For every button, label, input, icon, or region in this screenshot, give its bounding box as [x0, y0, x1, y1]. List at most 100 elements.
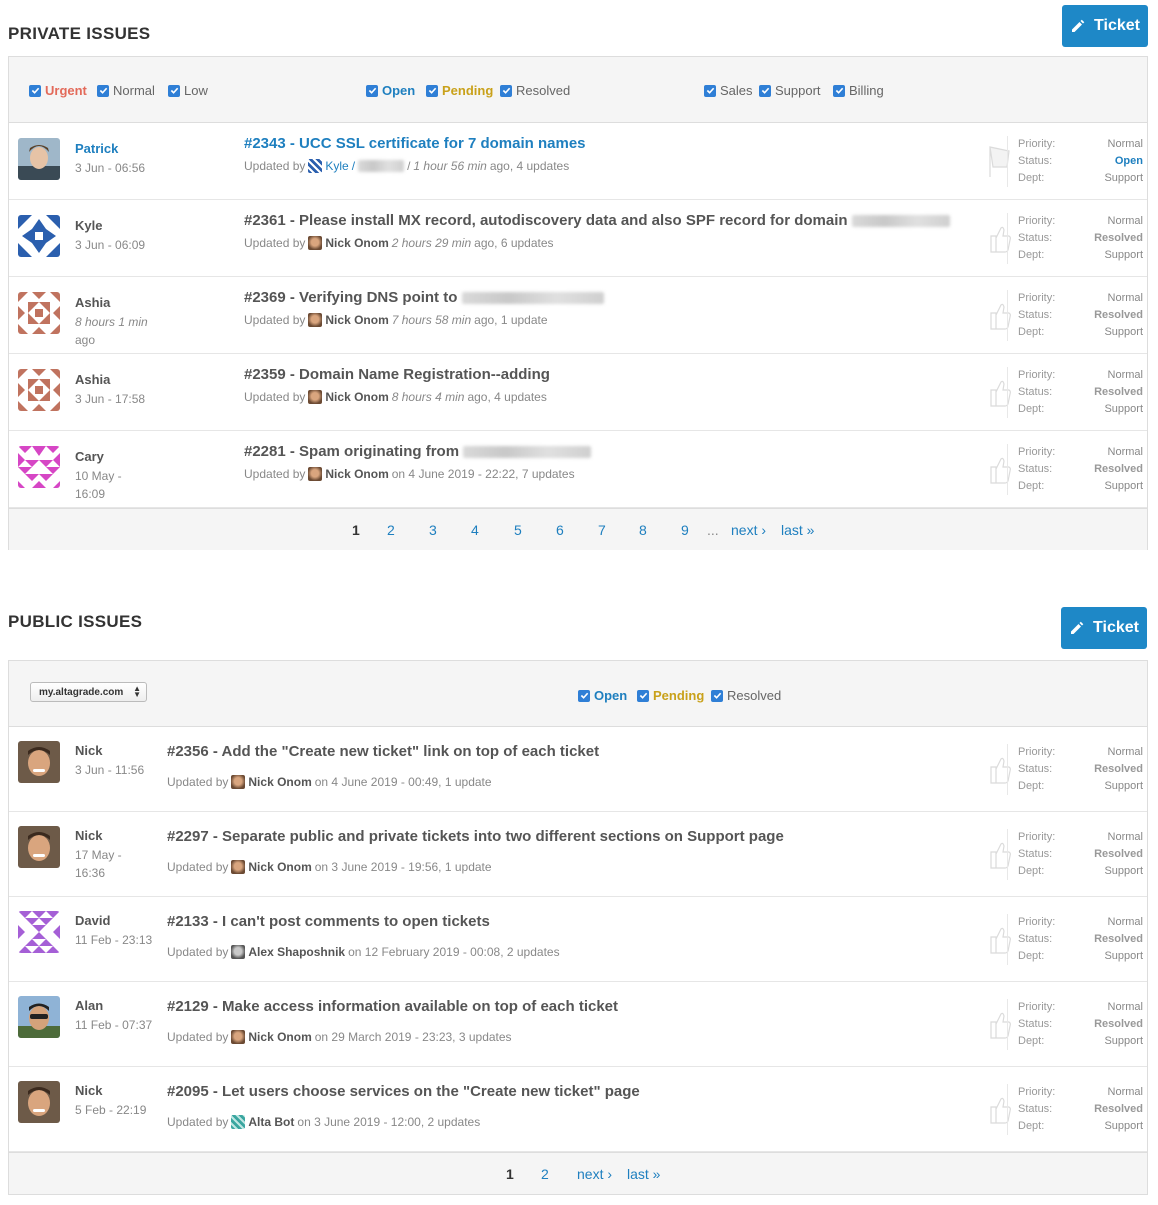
ticket-title[interactable]: #2129 - Make access information availabl… [167, 998, 618, 1015]
filter-open-checkbox[interactable]: Open [366, 83, 415, 98]
last-page-link[interactable]: last » [627, 1166, 660, 1182]
filter-low-checkbox[interactable]: Low [168, 83, 208, 98]
public-issues-panel: my.altagrade.com ▲ ▼ Open Pending Resolved… [8, 660, 1148, 1195]
ticket-meta: Priority: Normal Status: Resolved Dept: Sup… [1007, 999, 1143, 1050]
updater-avatar [231, 945, 246, 959]
ticket-title[interactable]: #2343 - UCC SSL certificate for 7 domain… [244, 135, 586, 152]
updater-avatar [231, 1115, 246, 1129]
page-3[interactable]: 3 [429, 522, 437, 538]
ticket-date: 3 Jun - 06:56 [75, 161, 146, 175]
ticket-author[interactable]: Cary [75, 449, 104, 464]
ticket-date: 3 Jun - 11:56 [75, 763, 145, 777]
ticket-row[interactable]: Cary 10 May - 16:09 #2281 - Spam origina… [9, 431, 1147, 508]
public-issues-title: PUBLIC ISSUES [8, 612, 143, 631]
page-7[interactable]: 7 [598, 522, 606, 538]
status-badge: Resolved [1094, 463, 1143, 475]
ticket-meta: Priority: Normal Status: Resolved Dept: Sup… [1007, 367, 1143, 418]
last-page-link[interactable]: last » [781, 522, 814, 538]
filter-resolved-checkbox[interactable]: Resolved [500, 83, 570, 98]
ticket-row[interactable]: Ashia 3 Jun - 17:58 #2359 - Domain Name … [9, 354, 1147, 431]
filter-normal-checkbox[interactable]: Normal [97, 83, 155, 98]
filter-pending-checkbox[interactable]: Pending [426, 83, 493, 98]
ticket-author[interactable]: David [75, 913, 110, 928]
ticket-author[interactable]: Kyle [75, 218, 102, 233]
user-avatar [18, 826, 60, 868]
ticket-date: 10 May - 16:09 [75, 469, 122, 501]
private-issues-panel: Urgent Normal Low Open Pending Resolved … [8, 56, 1148, 550]
new-private-ticket-button[interactable]: Ticket [1062, 5, 1148, 47]
ticket-date: 11 Feb - 23:13 [75, 933, 153, 947]
status-badge: Resolved [1094, 309, 1143, 321]
ticket-meta: Priority: Normal Status: Resolved Dept: Sup… [1007, 444, 1143, 495]
ticket-meta: Priority: Normal Status: Resolved Dept: Sup… [1007, 1084, 1143, 1135]
page-9[interactable]: 9 [681, 522, 689, 538]
page-2[interactable]: 2 [387, 522, 395, 538]
filter-open-checkbox[interactable]: Open [578, 688, 627, 703]
ticket-date: 5 Feb - 22:19 [75, 1103, 147, 1117]
ticket-author[interactable]: Ashia [75, 372, 110, 387]
ticket-title[interactable]: #2361 - Please install MX record, autodi… [244, 212, 950, 229]
ticket-date: 3 Jun - 17:58 [75, 392, 146, 406]
ticket-row[interactable]: Nick 5 Feb - 22:19 #2095 - Let users cho… [9, 1067, 1147, 1152]
filter-resolved-checkbox[interactable]: Resolved [711, 688, 781, 703]
ticket-title[interactable]: #2281 - Spam originating from [244, 443, 592, 460]
ticket-row[interactable]: David 11 Feb - 23:13 #2133 - I can't pos… [9, 897, 1147, 982]
status-badge: Resolved [1094, 1018, 1143, 1030]
user-avatar [18, 292, 60, 334]
ticket-title[interactable]: #2095 - Let users choose services on the… [167, 1083, 640, 1100]
ticket-row[interactable]: Nick 17 May - 16:36 #2297 - Separate pub… [9, 812, 1147, 897]
ticket-update-info: Updated by Nick Onom on 4 June 2019 - 22:… [244, 467, 575, 481]
user-avatar [18, 215, 60, 257]
status-badge: Resolved [1094, 232, 1143, 244]
ticket-title[interactable]: #2297 - Separate public and private tick… [167, 828, 784, 845]
ticket-title[interactable]: #2356 - Add the "Create new ticket" link… [167, 743, 599, 760]
new-public-ticket-button[interactable]: Ticket [1061, 607, 1147, 649]
private-pagination: 1 2 3 4 5 6 7 8 9 ... next › last » [9, 508, 1147, 550]
filter-billing-checkbox[interactable]: Billing [833, 83, 884, 98]
user-avatar [18, 1081, 60, 1123]
private-issues-title: PRIVATE ISSUES [8, 24, 151, 43]
page-1[interactable]: 1 [506, 1166, 514, 1182]
page-8[interactable]: 8 [639, 522, 647, 538]
ticket-row[interactable]: Patrick 3 Jun - 06:56 #2343 - UCC SSL ce… [9, 123, 1147, 200]
updater-avatar [231, 775, 246, 789]
filter-urgent-checkbox[interactable]: Urgent [29, 83, 87, 98]
ticket-meta: Priority: Normal Status: Resolved Dept: Sup… [1007, 744, 1143, 795]
page-5[interactable]: 5 [514, 522, 522, 538]
ticket-update-info: Updated by Nick Onom on 4 June 2019 - 00:… [167, 775, 492, 789]
next-page-link[interactable]: next › [731, 522, 766, 538]
ticket-author[interactable]: Nick [75, 1083, 102, 1098]
ticket-row[interactable]: Kyle 3 Jun - 06:09 #2361 - Please instal… [9, 200, 1147, 277]
filter-sales-checkbox[interactable]: Sales [704, 83, 753, 98]
ticket-title[interactable]: #2369 - Verifying DNS point to [244, 289, 604, 306]
user-avatar [18, 741, 60, 783]
ticket-date: 8 hours 1 min ago [75, 315, 148, 347]
updater-avatar [308, 390, 323, 404]
user-avatar [18, 911, 60, 953]
ticket-row[interactable]: Nick 3 Jun - 11:56 #2356 - Add the "Crea… [9, 727, 1147, 812]
ticket-row[interactable]: Ashia 8 hours 1 min ago #2369 - Verifyin… [9, 277, 1147, 354]
ticket-update-info: Updated by Nick Onom 8 hours 4 min ago, 4 … [244, 390, 547, 404]
page-6[interactable]: 6 [556, 522, 564, 538]
next-page-link[interactable]: next › [577, 1166, 612, 1182]
status-badge: Resolved [1094, 933, 1143, 945]
public-filter-bar: my.altagrade.com ▲ ▼ Open Pending Resolved [9, 661, 1147, 727]
ticket-title[interactable]: #2133 - I can't post comments to open ti… [167, 913, 490, 930]
domain-select[interactable]: my.altagrade.com ▲ ▼ [30, 682, 147, 702]
ticket-author[interactable]: Ashia [75, 295, 110, 310]
ticket-author[interactable]: Nick [75, 828, 102, 843]
ticket-author[interactable]: Alan [75, 998, 103, 1013]
updater-avatar [308, 236, 323, 250]
ticket-author[interactable]: Nick [75, 743, 102, 758]
ticket-author[interactable]: Patrick [75, 141, 118, 156]
ticket-row[interactable]: Alan 11 Feb - 07:37 #2129 - Make access … [9, 982, 1147, 1067]
ticket-update-info: Updated by Nick Onom 7 hours 58 min ago, 1… [244, 313, 548, 327]
page-1[interactable]: 1 [352, 522, 360, 538]
filter-pending-checkbox[interactable]: Pending [637, 688, 704, 703]
filter-support-checkbox[interactable]: Support [759, 83, 821, 98]
status-badge: Resolved [1094, 1103, 1143, 1115]
page-2[interactable]: 2 [541, 1166, 549, 1182]
updater-avatar [231, 860, 246, 874]
ticket-title[interactable]: #2359 - Domain Name Registration--adding [244, 366, 550, 383]
page-4[interactable]: 4 [471, 522, 479, 538]
